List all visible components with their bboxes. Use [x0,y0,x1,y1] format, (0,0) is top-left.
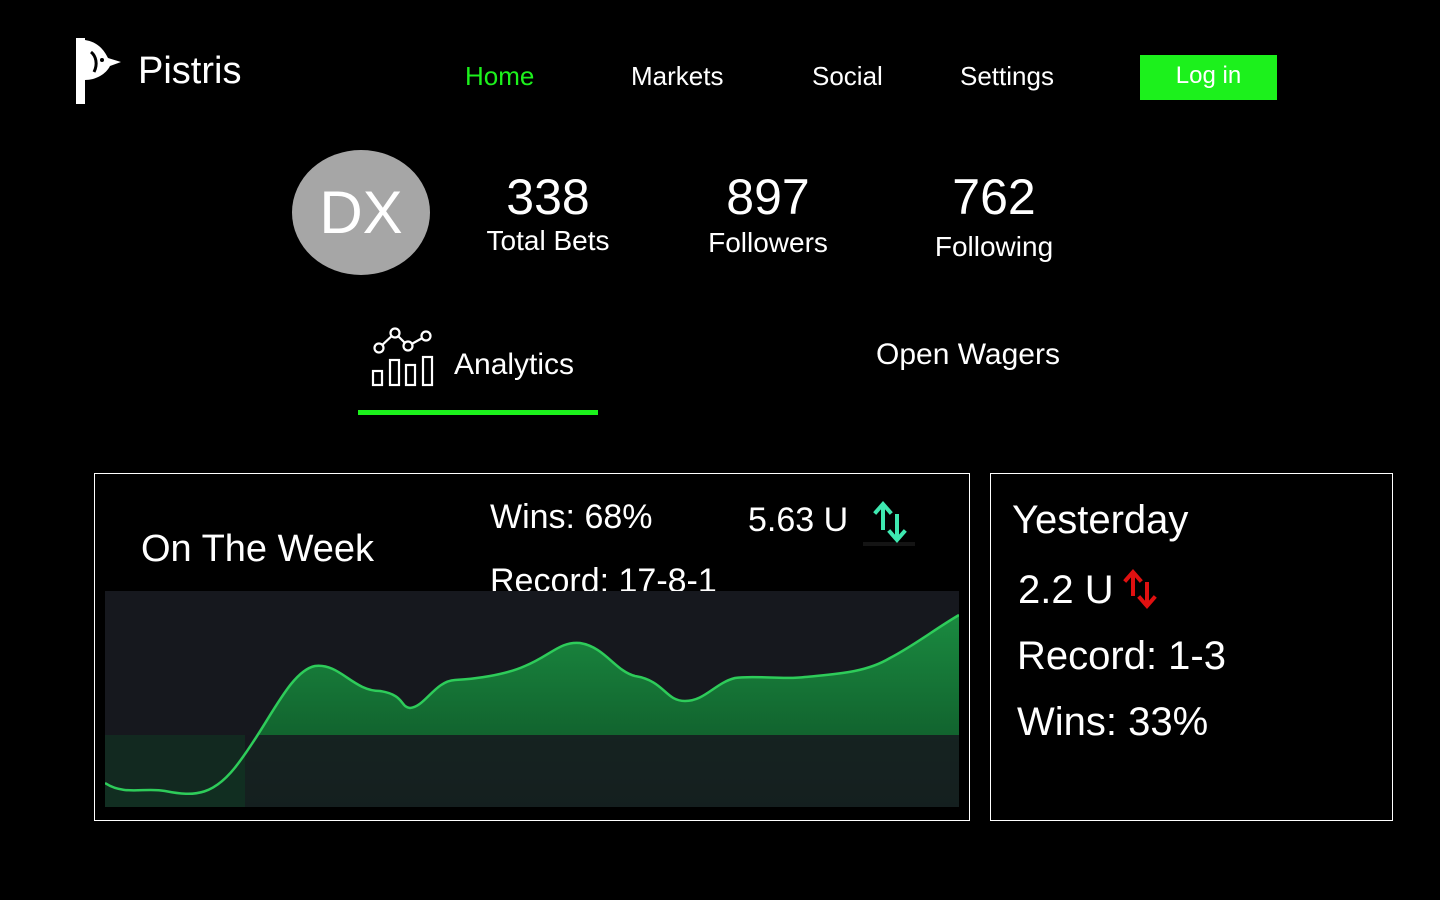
nav-settings[interactable]: Settings [960,63,1054,89]
pistris-logo[interactable] [74,36,126,106]
stat-followers[interactable]: 897 Followers [690,172,846,257]
yesterday-record: Record: 1-3 [1017,634,1226,678]
stat-label: Total Bets [486,225,610,256]
week-wins: Wins: 68% [490,498,653,536]
yesterday-title: Yesterday [1012,498,1189,542]
tab-open-wagers[interactable]: Open Wagers [876,340,1060,370]
stat-label: Followers [708,227,828,258]
stat-label: Following [934,231,1054,262]
stat-value: 338 [506,169,590,225]
avatar: DX [292,150,430,275]
weekly-performance-chart [105,591,959,807]
tab-analytics[interactable]: Analytics [358,324,598,418]
week-summary-card: On The Week Wins: 68% 5.63 U Record: 17-… [94,473,970,821]
yesterday-units: 2.2 U [1018,568,1114,612]
up-down-arrows-icon [863,500,915,546]
stat-following[interactable]: 762 Following [916,172,1072,261]
yesterday-summary-card: Yesterday 2.2 U Record: 1-3 Wins: 33% [990,473,1393,821]
stat-value: 762 [952,169,1036,225]
nav-home[interactable]: Home [465,63,534,89]
tab-analytics-label: Analytics [454,348,575,381]
week-units: 5.63 U [748,501,849,539]
stat-total-bets: 338 Total Bets [470,172,626,255]
nav-markets[interactable]: Markets [631,63,723,89]
analytics-chart-icon [371,327,434,387]
login-button[interactable]: Log in [1140,55,1277,100]
stat-value: 897 [726,169,810,225]
nav-social[interactable]: Social [812,63,883,89]
active-tab-indicator [358,410,598,415]
brand-name[interactable]: Pistris [138,52,241,90]
week-title: On The Week [141,528,375,570]
yesterday-wins: Wins: 33% [1017,700,1209,744]
up-down-arrows-icon [1123,568,1157,610]
